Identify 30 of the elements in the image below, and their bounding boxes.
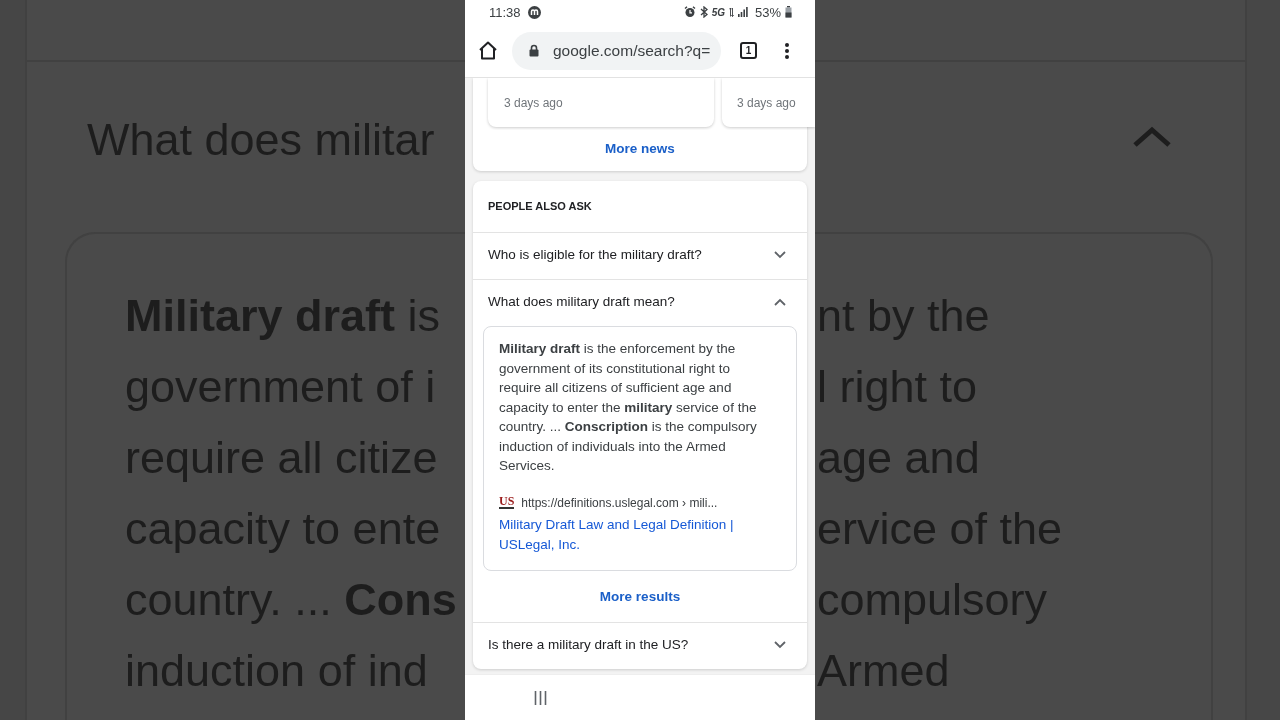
data-arrows-icon [728,7,734,17]
question-toggle[interactable]: What does military draft mean? [473,280,807,326]
menu-icon[interactable] [785,42,789,59]
section-heading: PEOPLE ALSO ASK [487,199,593,214]
address-bar[interactable]: google.com/search?q= [512,31,721,70]
notification-icon [527,5,541,19]
result-link[interactable]: Military Draft Law and Legal Definition | USLegal, Inc. [499,514,781,555]
alarm-clock-icon [683,6,696,18]
more-news-link[interactable]: More news [605,141,675,156]
home-icon[interactable] [478,41,498,60]
chevron-up-icon [1132,126,1172,148]
battery-percentage: 53% [754,4,781,20]
more-results-link[interactable]: More results [599,588,681,604]
battery-icon [785,6,792,18]
news-time: 3 days ago [737,96,796,110]
bluetooth-icon [699,6,708,18]
network-label: 5G [711,6,725,18]
news-card[interactable]: 3 days ago [722,78,815,127]
site-logo: US [499,496,515,509]
lock-icon [529,44,539,57]
source-url: https://definitions.uslegal.com › mili... [521,494,718,511]
news-card[interactable]: 3 days ago [488,78,714,127]
news-time: 3 days ago [504,96,563,110]
clock-time: 11:38 [489,4,521,20]
tab-switcher-button[interactable]: 1 [740,42,757,59]
signal-icon [737,7,748,17]
answer-text: Military draft is the enforcement by the government of its constitutional right to require all citizens of sufficient age and capacity to enter the military service of the country. ... Conscription is the compulsory induction of individuals into the Armed Services. [499,340,758,475]
recent-apps-icon[interactable] [534,690,547,705]
question-toggle[interactable]: Is there a military draft in the US? [473,622,807,669]
question-toggle[interactable]: Who is eligible for the military draft? [473,233,807,279]
